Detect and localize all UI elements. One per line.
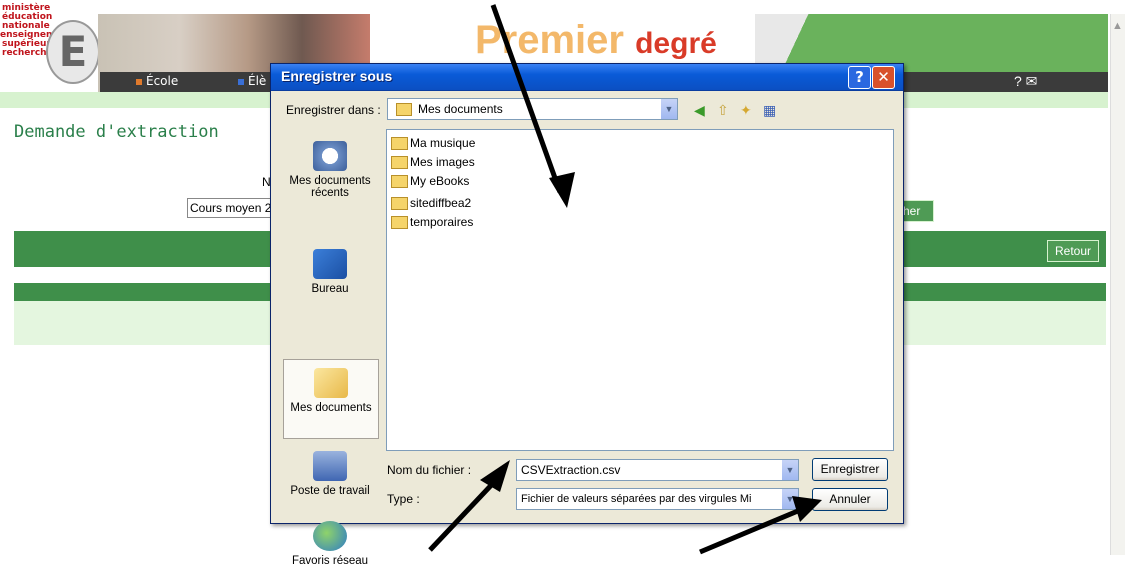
back-icon[interactable]: ◀: [694, 102, 705, 119]
my-docs-icon: [314, 368, 348, 398]
place-my-computer[interactable]: Poste de travail: [283, 451, 377, 497]
save-as-dialog: Enregistrer sous ? ✕ Enregistrer dans : …: [270, 63, 904, 567]
search-button[interactable]: her: [900, 200, 934, 222]
file-list[interactable]: Ma musique Mes images My eBooks sitediff…: [386, 129, 894, 451]
nav-item-ecole[interactable]: École: [136, 74, 178, 88]
dialog-title: Enregistrer sous: [281, 68, 393, 84]
file-label: sitediffbea2: [410, 196, 472, 210]
places-bar: Mes documents récents Bureau Mes documen…: [283, 129, 379, 567]
save-in-value: Mes documents: [418, 102, 503, 116]
new-folder-icon[interactable]: ✦: [740, 102, 752, 119]
place-recent-docs[interactable]: Mes documents récents: [283, 141, 377, 199]
place-label: Favoris réseau: [291, 555, 369, 567]
page-title: Demande d'extraction: [14, 122, 219, 142]
logo-letter: E: [46, 20, 100, 84]
save-in-combo[interactable]: Mes documents ▼: [387, 98, 678, 120]
file-label: temporaires: [410, 215, 474, 229]
banner-title: Premier degré: [475, 16, 765, 64]
nav-item-label: Élè: [248, 74, 267, 88]
page-scrollbar[interactable]: [1110, 14, 1125, 555]
list-item[interactable]: temporaires: [391, 215, 474, 230]
folder-icon: [391, 137, 408, 151]
list-item[interactable]: Ma musique: [391, 136, 476, 151]
back-button[interactable]: Retour: [1047, 240, 1099, 262]
type-select[interactable]: Fichier de valeurs séparées par des virg…: [516, 488, 799, 510]
place-label: Mes documents récents: [289, 175, 371, 199]
filename-input[interactable]: CSVExtraction.csv ▼: [516, 459, 799, 481]
help-button[interactable]: ?: [848, 66, 871, 89]
folder-icon: [391, 156, 408, 170]
file-label: My eBooks: [410, 174, 470, 188]
list-item[interactable]: My eBooks: [391, 174, 470, 189]
nav-item-eleves[interactable]: Élè: [238, 74, 266, 88]
nav-item-label: École: [146, 74, 179, 88]
filename-value: CSVExtraction.csv: [521, 463, 621, 477]
place-label: Bureau: [311, 283, 349, 295]
banner-title-sub: degré: [635, 27, 717, 60]
place-my-documents[interactable]: Mes documents: [283, 359, 379, 439]
cancel-button[interactable]: Annuler: [812, 488, 888, 511]
place-desktop[interactable]: Bureau: [283, 249, 377, 295]
banner-title-main: Premier: [475, 18, 624, 62]
save-button[interactable]: Enregistrer: [812, 458, 888, 481]
header-help-mail-icons[interactable]: ? ✉: [1014, 73, 1037, 90]
filename-label: Nom du fichier :: [387, 463, 472, 477]
type-label: Type :: [387, 492, 420, 506]
course-select[interactable]: Cours moyen 2: [187, 198, 283, 218]
computer-icon: [313, 451, 347, 481]
file-label: Ma musique: [410, 136, 476, 150]
folder-icon: [391, 216, 408, 230]
close-button[interactable]: ✕: [872, 66, 895, 89]
place-network[interactable]: Favoris réseau: [283, 521, 377, 567]
list-item[interactable]: Mes images: [391, 155, 475, 170]
place-label: Mes documents: [290, 402, 372, 414]
chevron-down-icon[interactable]: ▼: [781, 489, 798, 509]
recent-docs-icon: [313, 141, 347, 171]
list-item[interactable]: sitediffbea2: [391, 196, 472, 211]
nav-bullet-icon: [136, 78, 142, 85]
views-icon[interactable]: ▦: [763, 102, 776, 119]
place-label: Poste de travail: [290, 485, 370, 497]
dialog-titlebar[interactable]: Enregistrer sous ? ✕: [271, 64, 903, 91]
scroll-up-icon[interactable]: ▲: [1110, 20, 1125, 38]
chevron-down-icon[interactable]: ▼: [660, 99, 677, 119]
type-value: Fichier de valeurs séparées par des virg…: [521, 493, 752, 505]
desktop-icon: [313, 249, 347, 279]
folder-icon: [396, 103, 412, 117]
save-in-label: Enregistrer dans :: [286, 103, 381, 117]
ministry-logo: ministère éducation nationale enseigneme…: [0, 0, 100, 100]
up-folder-icon[interactable]: ⇧: [717, 102, 729, 119]
chevron-down-icon[interactable]: ▼: [781, 460, 798, 480]
network-icon: [313, 521, 347, 551]
folder-icon: [391, 197, 408, 211]
nav-bullet-icon: [238, 78, 244, 85]
folder-icon: [391, 175, 408, 189]
file-label: Mes images: [410, 155, 475, 169]
